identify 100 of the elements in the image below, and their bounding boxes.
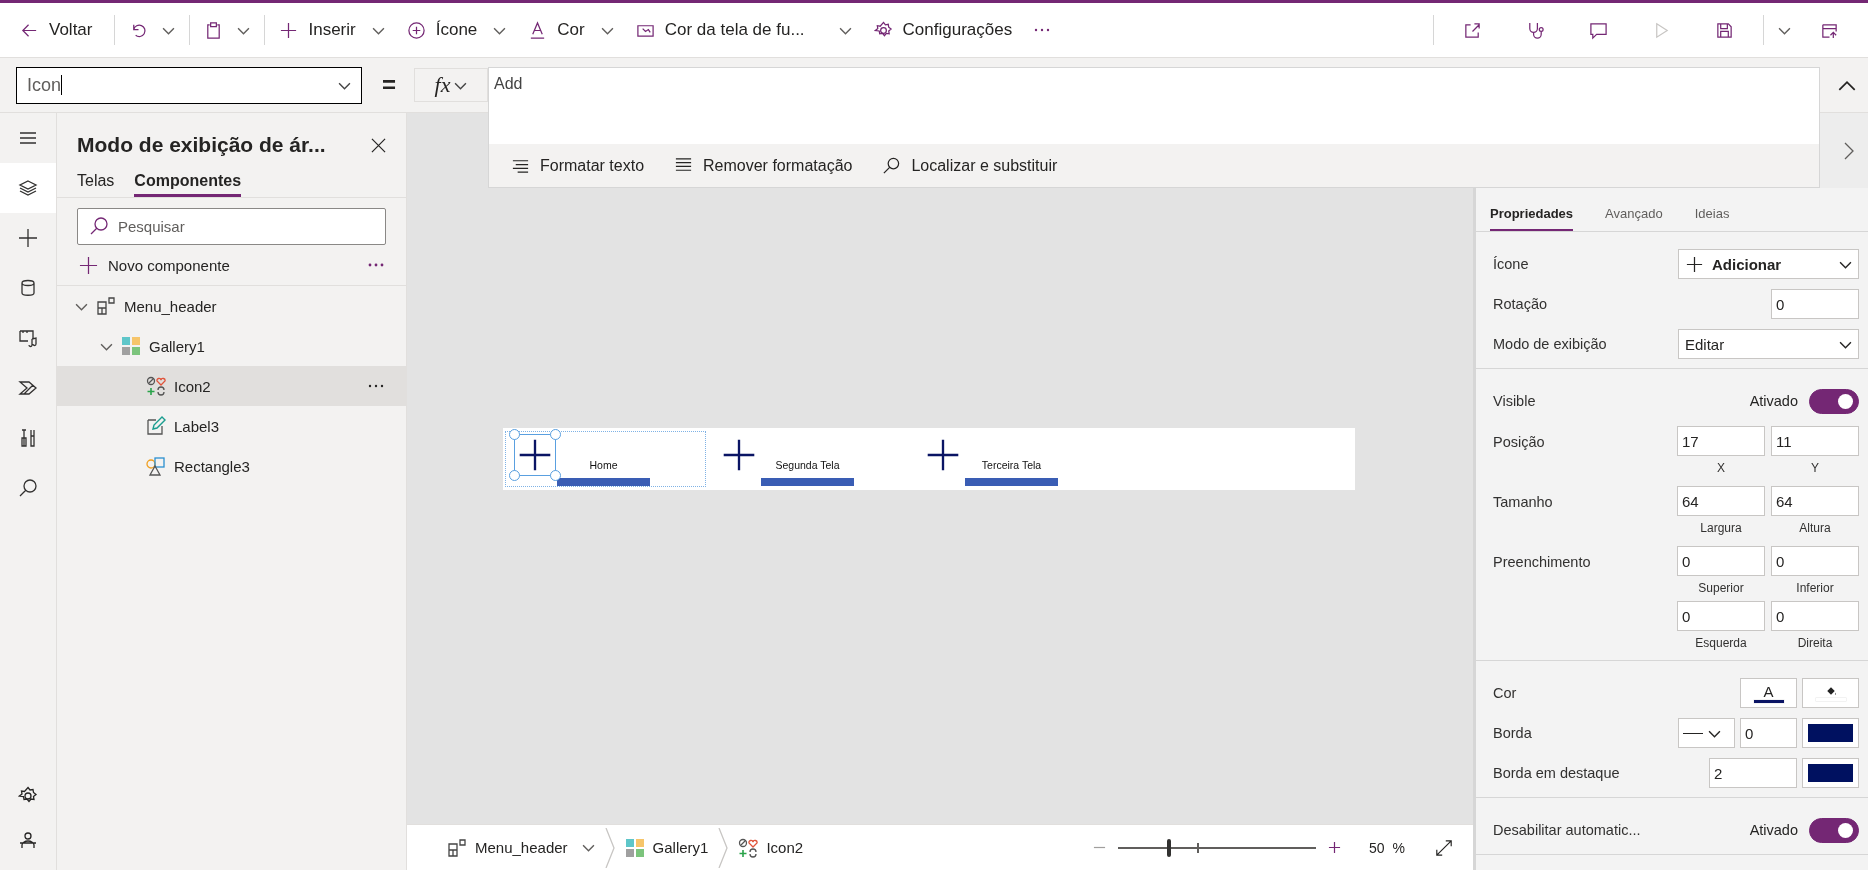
tree-item[interactable]: Gallery1 [57, 326, 406, 366]
number-field[interactable]: 64 [1677, 486, 1765, 516]
panel-tab[interactable]: Telas [77, 172, 115, 197]
field-caption: Largura [1700, 520, 1742, 537]
tree-item[interactable]: Menu_header [57, 286, 406, 326]
gallery-item[interactable]: Segunda Tela [709, 431, 910, 487]
icons-icon [738, 837, 759, 858]
plus-icon [517, 437, 553, 473]
panel-title: Modo de exibição de ár... [77, 133, 327, 157]
pencil-icon [146, 416, 166, 436]
database-icon [18, 278, 38, 298]
settings-button[interactable]: Configurações [873, 12, 1013, 48]
formula-tool-button[interactable]: Localizar e substituir [882, 156, 1058, 175]
field-caption: Direita [1797, 635, 1833, 652]
icon-menu-button[interactable]: Ícone [406, 12, 507, 48]
line-style-dropdown[interactable] [1678, 718, 1735, 748]
person-icon[interactable] [18, 830, 38, 850]
search-field[interactable]: Pesquisar [77, 208, 386, 245]
properties-tab[interactable]: Propriedades [1490, 206, 1574, 231]
zoom-unit: % [1392, 839, 1405, 856]
zoom-in-icon[interactable] [1327, 841, 1341, 854]
breadcrumb[interactable]: Icon2 [728, 837, 814, 858]
toggle-state: Ativado [1749, 822, 1798, 838]
mode-dropdown[interactable]: Editar [1678, 329, 1859, 359]
field-caption: X [1717, 460, 1725, 477]
fill-color-button[interactable] [1802, 678, 1859, 708]
save-icon[interactable] [1715, 20, 1734, 40]
number-field[interactable]: 0 [1771, 289, 1859, 319]
zoom-slider[interactable] [1117, 838, 1316, 857]
panel-tab[interactable]: Componentes [134, 172, 242, 197]
chevron-icon[interactable] [1844, 141, 1854, 160]
field-caption: Y [1811, 460, 1819, 477]
component-icon [447, 837, 467, 858]
properties-tab[interactable]: Ideias [1694, 206, 1730, 231]
color-swatch[interactable] [1802, 718, 1859, 748]
number-field[interactable]: 17 [1677, 426, 1765, 456]
toggle-switch[interactable] [1809, 388, 1859, 414]
plus-icon [279, 20, 299, 40]
tree-item[interactable]: Icon2 [57, 366, 406, 406]
resize-handle[interactable] [509, 470, 520, 481]
rail-button[interactable] [0, 163, 56, 213]
color-button[interactable]: Cor [528, 12, 614, 48]
color-swatch[interactable] [1802, 758, 1859, 788]
gallery-item[interactable]: Home [505, 431, 706, 487]
property-label: Desabilitar automatic... [1493, 822, 1642, 838]
gallery-item[interactable]: Terceira Tela [913, 431, 1114, 487]
resize-handle[interactable] [550, 429, 561, 440]
close-icon[interactable] [371, 137, 386, 153]
field-caption: Inferior [1796, 580, 1834, 597]
number-field[interactable]: 0 [1677, 601, 1765, 631]
property-label: Ícone [1493, 256, 1530, 272]
search-icon [882, 156, 902, 175]
number-field[interactable]: 0 [1771, 546, 1859, 576]
number-field[interactable]: 11 [1771, 426, 1859, 456]
tree-item[interactable]: Rectangle3 [57, 446, 406, 486]
add-dropdown[interactable]: Adicionar [1678, 249, 1859, 279]
zoom-value: 50 [1368, 839, 1385, 856]
back-button[interactable]: Voltar [20, 12, 93, 48]
plus-icon [79, 255, 98, 275]
share-icon[interactable] [1463, 20, 1482, 40]
screen-color-button[interactable]: Cor da tela de fu... [635, 12, 852, 48]
formula-tool-button[interactable]: Formatar texto [511, 156, 645, 175]
comment-icon[interactable] [1589, 20, 1608, 40]
gear-icon [873, 20, 893, 40]
icons-icon [146, 376, 166, 396]
layers-icon [18, 178, 38, 198]
property-dropdown[interactable]: Icon [16, 66, 362, 104]
formula-field[interactable]: Add [489, 68, 1819, 144]
number-field[interactable]: 0 [1677, 546, 1765, 576]
resize-handle[interactable] [509, 429, 520, 440]
tree-item[interactable]: Label3 [57, 406, 406, 446]
toggle-switch[interactable] [1809, 817, 1859, 843]
property-label: Borda [1493, 725, 1533, 741]
property-label: Preenchimento [1493, 554, 1592, 570]
properties-tab[interactable]: Avançado [1605, 206, 1663, 231]
media-icon [18, 328, 38, 348]
collapse-icon[interactable] [1838, 79, 1856, 91]
slider-thumb[interactable] [1167, 838, 1172, 857]
search-icon [18, 478, 38, 498]
formula-tool-button[interactable]: Remover formatação [674, 156, 853, 175]
plus-icon [925, 437, 961, 473]
more-icon[interactable] [368, 263, 384, 267]
breadcrumb[interactable]: Menu_header [437, 837, 605, 858]
stethoscope-icon[interactable] [1526, 20, 1545, 40]
fullscreen-icon[interactable] [1435, 838, 1453, 857]
number-field[interactable]: 0 [1740, 718, 1797, 748]
function-button[interactable]: fx [414, 68, 488, 102]
property-label: Tamanho [1493, 494, 1554, 510]
new-component-button[interactable]: Novo componente [79, 255, 368, 275]
plus-icon [721, 437, 757, 473]
property-label: Borda em destaque [1493, 765, 1621, 781]
font-color-button[interactable]: A [1740, 678, 1797, 708]
more-icon[interactable] [1034, 28, 1051, 32]
more-icon[interactable] [368, 384, 384, 388]
insert-button[interactable]: Inserir [279, 12, 385, 48]
number-field[interactable]: 0 [1771, 601, 1859, 631]
tools-icon [18, 428, 38, 448]
number-field[interactable]: 2 [1709, 758, 1797, 788]
number-field[interactable]: 64 [1771, 486, 1859, 516]
breadcrumb[interactable]: Gallery1 [614, 837, 719, 858]
